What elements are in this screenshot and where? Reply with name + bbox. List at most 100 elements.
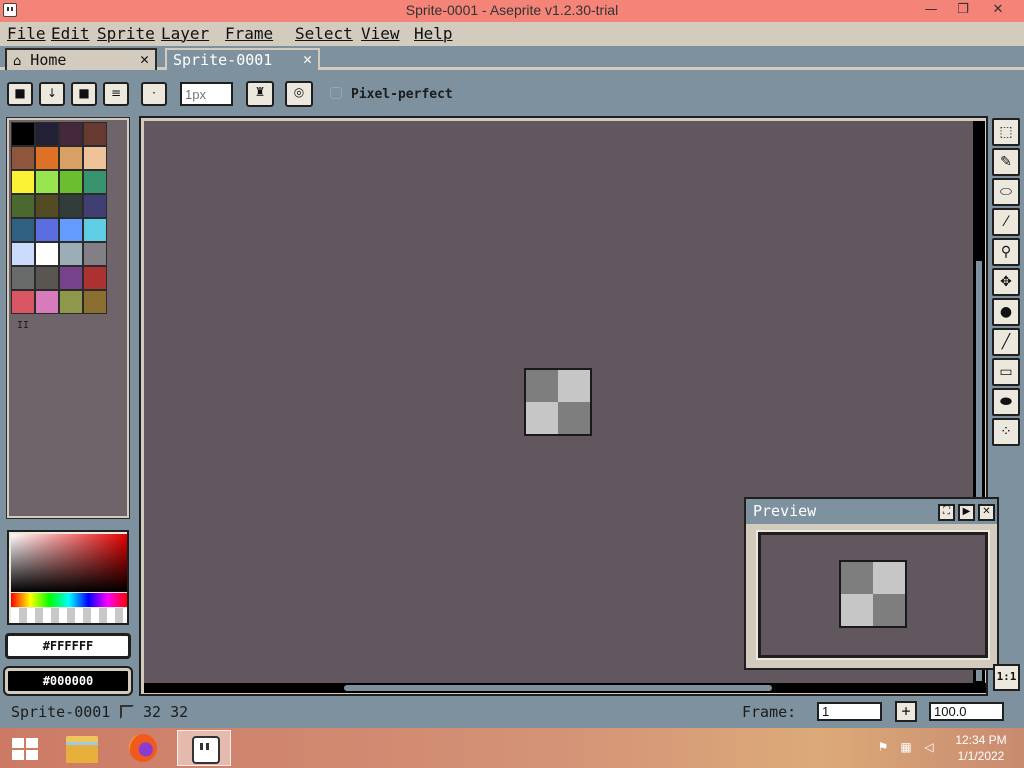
palette-swatch[interactable]: [35, 170, 59, 194]
firefox-icon[interactable]: [116, 730, 170, 766]
eyedropper-icon[interactable]: ⁄: [992, 208, 1020, 236]
sprite-canvas[interactable]: [524, 368, 592, 436]
menu-file[interactable]: File: [7, 24, 46, 43]
down-arrow-icon[interactable]: ↓: [39, 82, 65, 106]
palette-swatch[interactable]: [83, 218, 107, 242]
palette-swatch[interactable]: [35, 290, 59, 314]
palette-swatch[interactable]: [83, 266, 107, 290]
palette-swatch[interactable]: [11, 122, 35, 146]
palette-swatch[interactable]: [35, 146, 59, 170]
lock-icon[interactable]: ■: [7, 82, 33, 106]
palette-swatch[interactable]: [11, 266, 35, 290]
blur-icon[interactable]: ⬬: [992, 388, 1020, 416]
hue-slider[interactable]: [11, 593, 127, 607]
square-brush-icon[interactable]: ■: [71, 82, 97, 106]
pencil-icon[interactable]: ✎: [992, 148, 1020, 176]
zoom-input[interactable]: [929, 702, 1004, 721]
eraser-icon[interactable]: ⬭: [992, 178, 1020, 206]
palette-swatch[interactable]: [35, 194, 59, 218]
horizontal-scroll-thumb[interactable]: [344, 685, 772, 691]
palette-swatch[interactable]: [83, 122, 107, 146]
horizontal-scrollbar[interactable]: [144, 683, 986, 693]
palette-swatch[interactable]: [35, 266, 59, 290]
palette-grip-handle[interactable]: II: [17, 320, 29, 331]
palette-swatch[interactable]: [83, 290, 107, 314]
preview-sprite: [839, 560, 907, 628]
palette-swatch[interactable]: [59, 242, 83, 266]
sprite-pixel-block: [841, 594, 873, 626]
palette-swatch[interactable]: [59, 290, 83, 314]
file-explorer-icon[interactable]: [56, 730, 110, 766]
palette-swatch[interactable]: [35, 242, 59, 266]
menu-select[interactable]: Select: [295, 24, 353, 43]
tab-home[interactable]: ⌂ Home ✕: [5, 48, 157, 70]
zoom-icon[interactable]: ⚲: [992, 238, 1020, 266]
palette-swatch[interactable]: [11, 170, 35, 194]
size-icon: [120, 705, 134, 719]
pressure-icon[interactable]: ◎: [285, 81, 313, 107]
dot-brush-icon[interactable]: ·: [141, 82, 167, 106]
marquee-icon[interactable]: ⬚: [992, 118, 1020, 146]
system-clock[interactable]: 12:34 PM 1/1/2022: [950, 732, 1012, 764]
status-bar: Sprite-0001 32 32 Frame: +: [0, 698, 1024, 726]
menu-sprite[interactable]: Sprite: [97, 24, 155, 43]
foreground-color-button[interactable]: #FFFFFF: [5, 633, 131, 659]
palette-swatch[interactable]: [11, 194, 35, 218]
rectangle-icon[interactable]: ▭: [992, 358, 1020, 386]
sprite-pixel-block: [558, 370, 590, 402]
palette-swatch[interactable]: [59, 194, 83, 218]
sprite-pixel-block: [841, 562, 873, 594]
palette-swatch[interactable]: [35, 218, 59, 242]
palette-swatch[interactable]: [59, 170, 83, 194]
palette-swatch[interactable]: [11, 218, 35, 242]
background-color-button[interactable]: #000000: [3, 666, 133, 696]
line-icon[interactable]: ╱: [992, 328, 1020, 356]
zoom-actual-size-button[interactable]: 1:1: [993, 664, 1020, 691]
menu-view[interactable]: View: [361, 24, 400, 43]
palette-swatch[interactable]: [35, 122, 59, 146]
palette-swatch[interactable]: [83, 242, 107, 266]
maximize-button[interactable]: ❐: [948, 0, 978, 22]
palette-swatch[interactable]: [59, 218, 83, 242]
paint-bucket-icon[interactable]: ●: [992, 298, 1020, 326]
fit-icon[interactable]: ⛶: [938, 504, 955, 521]
menu-layer[interactable]: Layer: [161, 24, 209, 43]
pixel-perfect-checkbox[interactable]: [330, 87, 342, 99]
play-icon[interactable]: ▶: [958, 504, 975, 521]
tab-home-close-icon[interactable]: ✕: [140, 50, 149, 68]
ink-icon[interactable]: ♜: [246, 81, 274, 107]
palette-swatch[interactable]: [83, 170, 107, 194]
alpha-slider[interactable]: [11, 608, 127, 623]
palette-swatch[interactable]: [11, 146, 35, 170]
palette-swatch[interactable]: [59, 266, 83, 290]
palette-swatch[interactable]: [59, 146, 83, 170]
close-button[interactable]: ✕: [983, 0, 1013, 22]
palette-swatch[interactable]: [83, 146, 107, 170]
network-icon[interactable]: ▦: [898, 740, 914, 756]
menu-icon[interactable]: ≡: [103, 82, 129, 106]
palette-swatch[interactable]: [11, 290, 35, 314]
pixel-perfect-label: Pixel-perfect: [351, 87, 453, 102]
volume-muted-icon[interactable]: ◁: [921, 740, 937, 756]
minimize-button[interactable]: —: [916, 0, 946, 22]
tab-sprite-close-icon[interactable]: ✕: [303, 50, 312, 68]
color-picker: [7, 530, 129, 625]
move-icon[interactable]: ✥: [992, 268, 1020, 296]
tab-sprite-label: Sprite-0001: [173, 51, 273, 69]
brush-size-input[interactable]: [180, 82, 233, 106]
add-frame-button[interactable]: +: [895, 701, 917, 722]
saturation-value-field[interactable]: [11, 534, 127, 592]
close-icon[interactable]: ✕: [978, 504, 995, 521]
palette-swatch[interactable]: [59, 122, 83, 146]
palette-swatch[interactable]: [11, 242, 35, 266]
menu-frame[interactable]: Frame: [225, 24, 273, 43]
spray-icon[interactable]: ⁘: [992, 418, 1020, 446]
tab-sprite-0001[interactable]: Sprite-0001 ✕: [165, 48, 320, 70]
frame-input[interactable]: [817, 702, 882, 721]
windows-start-icon[interactable]: [12, 738, 38, 760]
palette-swatch[interactable]: [83, 194, 107, 218]
menu-help[interactable]: Help: [414, 24, 453, 43]
action-center-flag-icon[interactable]: ⚑: [875, 740, 891, 756]
aseprite-taskbar-icon[interactable]: [177, 730, 231, 766]
menu-edit[interactable]: Edit: [51, 24, 90, 43]
